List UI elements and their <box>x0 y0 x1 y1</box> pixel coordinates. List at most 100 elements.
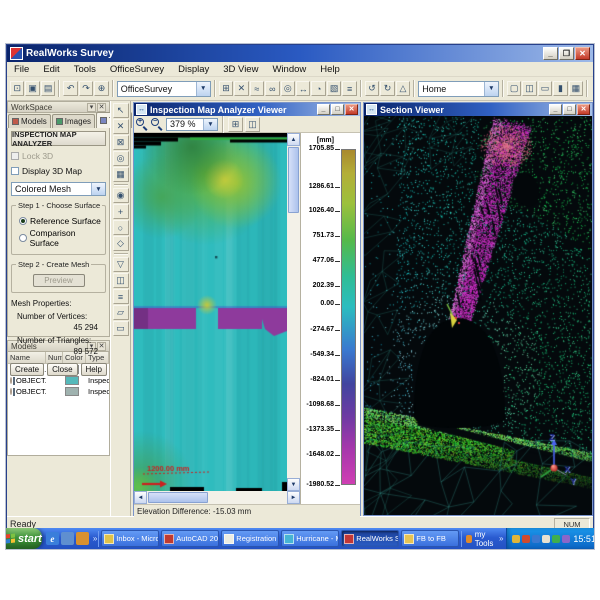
minimize-button[interactable]: _ <box>543 47 558 60</box>
my-tools-overflow-icon[interactable]: » <box>499 534 503 543</box>
tab-images[interactable]: Images <box>52 114 95 128</box>
vertical-scroll-thumb[interactable] <box>288 147 299 213</box>
examine-icon[interactable]: ◉ <box>113 188 129 203</box>
visibility-bulb-icon[interactable] <box>10 388 12 395</box>
section-close-button[interactable]: ✕ <box>577 104 590 115</box>
tab-models[interactable]: Models <box>8 114 51 128</box>
map-minimize-button[interactable]: _ <box>317 104 330 115</box>
preview-button[interactable]: Preview <box>33 274 85 287</box>
close-button[interactable]: ✕ <box>575 47 590 60</box>
start-button[interactable]: start <box>6 528 42 549</box>
home-view-combobox[interactable]: Home▼ <box>418 81 499 97</box>
taskbar-task[interactable]: FB to FB <box>401 530 459 547</box>
tray-icon[interactable] <box>542 535 550 543</box>
mesh-view-icon[interactable]: ▦ <box>113 167 129 182</box>
section-maximize-button[interactable]: □ <box>563 104 576 115</box>
lock-3d-checkbox-row[interactable]: Lock 3D <box>11 151 106 161</box>
open-icon[interactable]: ⊡ <box>10 81 24 96</box>
menu-file[interactable]: File <box>7 63 36 76</box>
scroll-right-icon[interactable]: ► <box>287 491 300 504</box>
visibility-bulb-icon[interactable] <box>10 377 12 384</box>
taskbar-task[interactable]: Hurricane - Micro... <box>281 530 339 547</box>
restore-button[interactable]: ❐ <box>559 47 574 60</box>
add-icon[interactable]: + <box>113 204 129 219</box>
delete-tool-icon[interactable]: ✕ <box>113 119 129 134</box>
tray-icon[interactable] <box>552 535 560 543</box>
menu-help[interactable]: Help <box>313 63 347 76</box>
delete-icon[interactable]: ✕ <box>234 81 248 96</box>
panel-pin-button[interactable]: ▾ <box>87 103 96 112</box>
undo-icon[interactable]: ↶ <box>63 81 77 96</box>
comparison-surface-radio[interactable] <box>19 234 27 242</box>
tile-horizontal-icon[interactable]: ▭ <box>538 81 552 96</box>
app-titlebar[interactable]: RealWorks Survey _ ❐ ✕ <box>7 45 593 62</box>
tray-icon[interactable] <box>532 535 540 543</box>
map-analyzer-titlebar[interactable]: ↔ Inspection Map Analyzer Viewer _ □ ✕ <box>134 103 360 116</box>
chevron-down-icon[interactable]: ▼ <box>196 82 210 96</box>
circle-tool-icon[interactable]: ○ <box>113 220 129 235</box>
fit-page-icon[interactable]: ⊞ <box>228 117 243 132</box>
zoom-level-combobox[interactable]: 379 % ▼ <box>166 118 218 131</box>
new-window-icon[interactable]: ▢ <box>507 81 521 96</box>
show-desktop-icon[interactable] <box>61 532 74 545</box>
my-tools-toolbar[interactable]: my Tools » <box>463 530 506 548</box>
menu-tools[interactable]: Tools <box>67 63 103 76</box>
reference-surface-radio-row[interactable]: Reference Surface <box>19 216 102 226</box>
zoom-out-icon[interactable]: − <box>151 118 164 131</box>
horizontal-scrollbar[interactable]: ◄ ► <box>134 491 300 504</box>
section-minimize-button[interactable]: _ <box>549 104 562 115</box>
measure-icon[interactable]: ≈ <box>250 81 264 96</box>
menu-display[interactable]: Display <box>171 63 216 76</box>
menu-window[interactable]: Window <box>265 63 313 76</box>
link-icon[interactable]: ∞ <box>265 81 279 96</box>
close-window-icon[interactable]: ▦ <box>569 81 583 96</box>
menu-3d-view[interactable]: 3D View <box>216 63 265 76</box>
close-dialog-button[interactable]: Close <box>47 363 77 376</box>
edit-icon[interactable]: ▱ <box>113 305 129 320</box>
segment-icon[interactable]: ⊠ <box>113 135 129 150</box>
display-3d-map-checkbox-row[interactable]: Display 3D Map <box>11 166 106 176</box>
table-row[interactable]: OBJECT...Inspectio <box>8 375 109 386</box>
mesh-type-combobox[interactable]: Colored Mesh ▼ <box>11 182 106 196</box>
chevron-down-icon[interactable]: ▼ <box>203 119 217 130</box>
media-player-icon[interactable] <box>76 532 89 545</box>
sampling-icon[interactable]: ◔ <box>311 81 325 96</box>
lock-3d-checkbox[interactable] <box>11 152 19 160</box>
tray-icon[interactable] <box>512 535 520 543</box>
settings-icon[interactable]: ⊕ <box>94 81 108 96</box>
mesh-icon[interactable]: ▧ <box>327 81 341 96</box>
section-viewer-titlebar[interactable]: ↔ Section Viewer _ □ ✕ <box>364 103 592 116</box>
chevron-down-icon[interactable]: ▼ <box>91 183 105 195</box>
taskbar-task[interactable]: AutoCAD 2002 <box>161 530 219 547</box>
pick-icon[interactable]: ↖ <box>113 103 129 118</box>
target-tool-icon[interactable]: ◎ <box>113 151 129 166</box>
tile-vertical-icon[interactable]: ▮ <box>553 81 567 96</box>
taskbar-task[interactable]: Registration Rep... <box>221 530 279 547</box>
pan-icon[interactable]: ↔ <box>296 81 310 96</box>
fit-view-icon[interactable]: ⊞ <box>219 81 233 96</box>
help-button[interactable]: Help <box>81 363 107 376</box>
table-row[interactable]: OBJECT...Inspectio <box>8 386 109 397</box>
taskbar-task[interactable]: RealWorks Survey <box>341 530 399 547</box>
grid-icon[interactable]: ◫ <box>245 117 260 132</box>
rotate-right-icon[interactable]: ↻ <box>380 81 394 96</box>
comparison-surface-radio-row[interactable]: Comparison Surface <box>19 228 102 248</box>
slice-icon[interactable]: ▽ <box>113 257 129 272</box>
tray-icon[interactable] <box>522 535 530 543</box>
rotate-left-icon[interactable]: ↺ <box>365 81 379 96</box>
survey-mode-combobox[interactable]: OfficeSurvey▼ <box>117 81 211 97</box>
zoom-in-icon[interactable]: + <box>136 118 149 131</box>
internet-explorer-icon[interactable]: e <box>46 532 59 545</box>
redo-icon[interactable]: ↷ <box>79 81 93 96</box>
create-button[interactable]: Create <box>10 363 44 376</box>
print-icon[interactable]: ▤ <box>41 81 55 96</box>
list-icon[interactable]: ≡ <box>342 81 356 96</box>
save-icon[interactable]: ▣ <box>25 81 39 96</box>
menu-officesurvey[interactable]: OfficeSurvey <box>103 63 171 76</box>
cascade-windows-icon[interactable]: ◫ <box>522 81 536 96</box>
horizontal-scroll-thumb[interactable] <box>148 492 208 503</box>
scroll-left-icon[interactable]: ◄ <box>134 491 147 504</box>
display-3d-map-checkbox[interactable] <box>11 167 19 175</box>
inspection-heatmap-canvas[interactable] <box>134 133 287 491</box>
target-icon[interactable]: ◎ <box>281 81 295 96</box>
